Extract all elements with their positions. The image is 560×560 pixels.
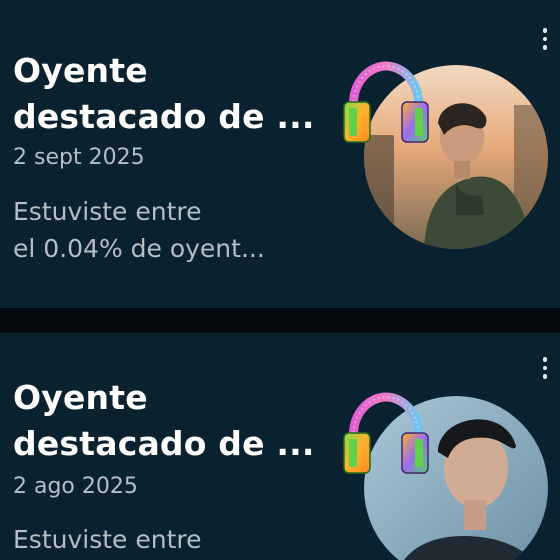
more-vertical-icon[interactable] [534,351,556,385]
headphones-icon [343,392,429,474]
card-date: 2 sept 2025 [13,145,145,170]
card-description-line: el 0.04% de oyent... [13,234,265,263]
card-title-line: destacado de ... [13,97,315,136]
card-title: Oyente destacado de ... [13,375,315,467]
more-vertical-icon[interactable] [534,22,556,56]
listener-highlight-card[interactable]: Oyente destacado de ... 2 sept 2025 Estu… [0,0,560,308]
card-description-line: Estuviste entre [13,525,202,554]
card-description-line: Estuviste entre [13,197,202,226]
card-title-line: destacado de ... [13,424,315,463]
card-description: Estuviste entre el 0.04% de oyent... [13,193,265,267]
artist-avatar-group [340,60,555,250]
card-date: 2 ago 2025 [13,474,138,499]
card-title-line: Oyente [13,51,148,90]
card-description: Estuviste entre [13,521,202,558]
artist-avatar-group [340,391,555,560]
highlights-feed: Oyente destacado de ... 2 sept 2025 Estu… [0,0,560,560]
card-title: Oyente destacado de ... [13,48,315,140]
card-title-line: Oyente [13,378,148,417]
headphones-icon [343,61,429,143]
listener-highlight-card[interactable]: Oyente destacado de ... 2 ago 2025 Estuv… [0,333,560,560]
